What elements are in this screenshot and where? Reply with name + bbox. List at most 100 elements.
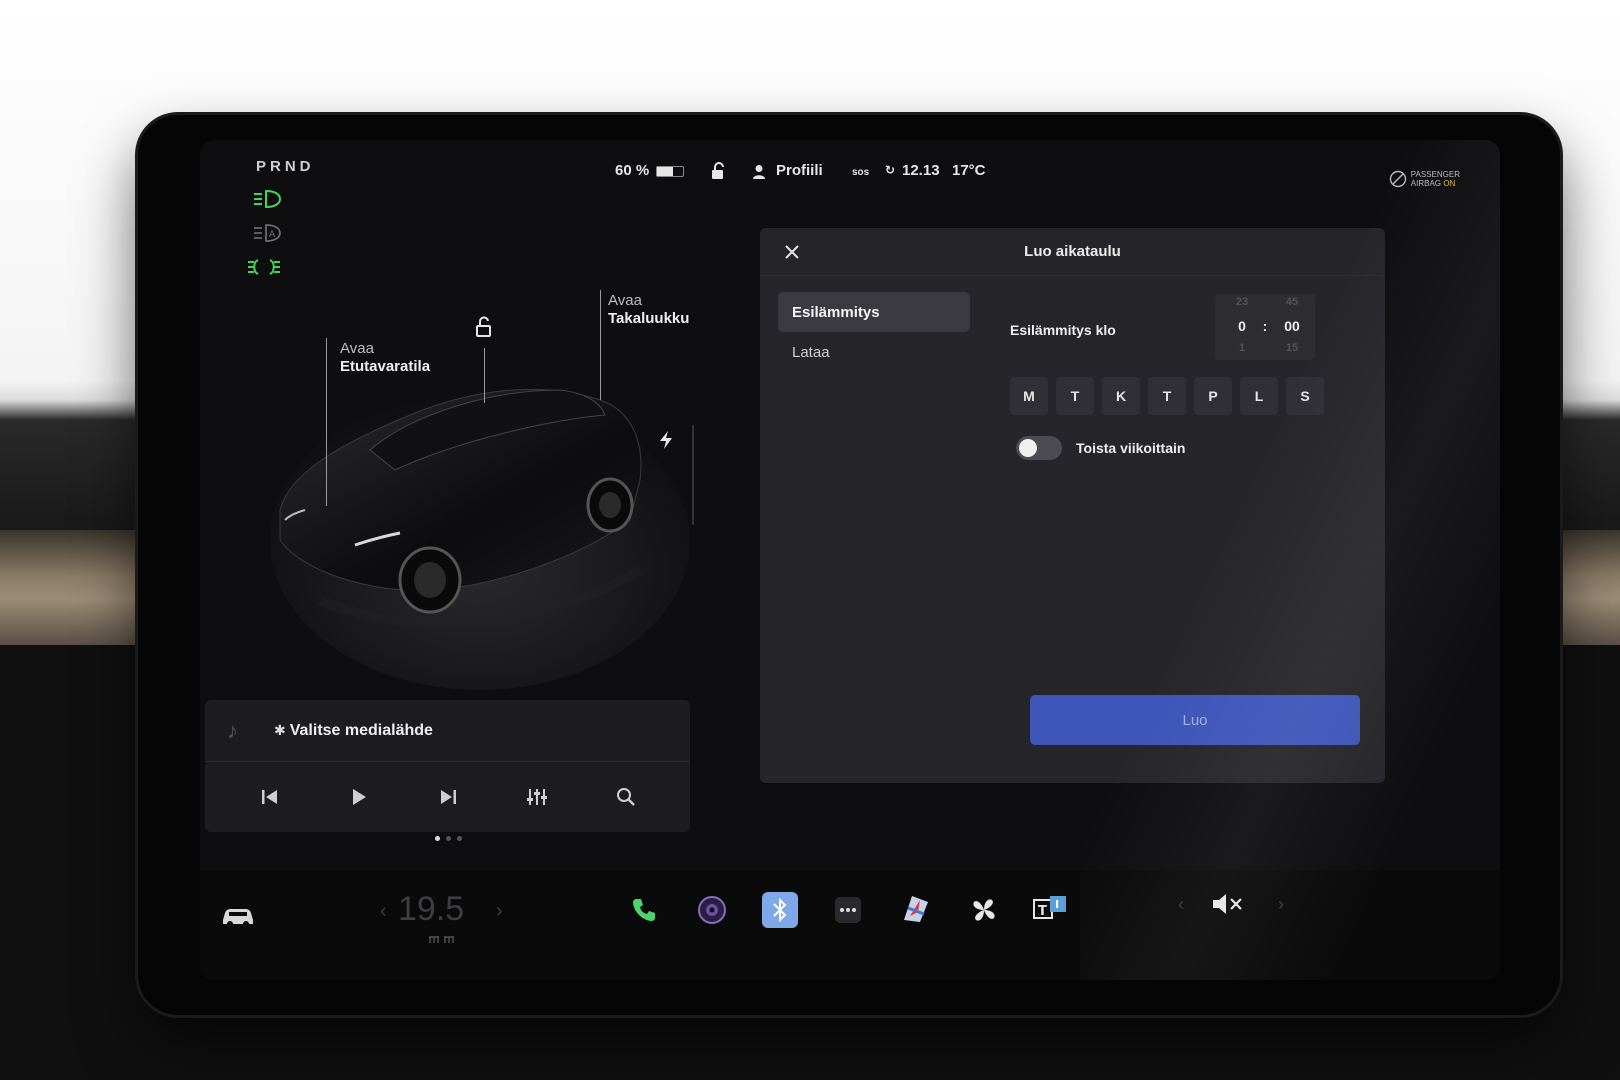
day-tuesday[interactable]: T xyxy=(1056,377,1094,415)
day-monday[interactable]: M xyxy=(1010,377,1048,415)
more-icon xyxy=(835,897,861,923)
passenger-airbag-status: PASSENGER AIRBAG ON xyxy=(1389,170,1460,188)
phone-icon xyxy=(633,899,655,921)
equalizer-icon xyxy=(526,789,547,805)
svg-text:T: T xyxy=(1038,904,1047,919)
media-source-label: Valitse medialähde xyxy=(289,721,433,739)
more-apps-button[interactable] xyxy=(830,892,866,928)
page-dot xyxy=(446,836,451,841)
previous-track-button[interactable] xyxy=(250,777,290,817)
day-wednesday[interactable]: K xyxy=(1102,377,1140,415)
minute-prev[interactable]: 45 xyxy=(1277,296,1307,308)
play-icon xyxy=(352,789,366,805)
touchscreen: PRND A 60 % Profiili sos ↻ 12.13 17°C PA… xyxy=(200,140,1500,980)
page-dot xyxy=(435,836,440,841)
clock: 12.13 xyxy=(902,162,940,179)
gear-indicator: PRND xyxy=(256,158,315,175)
next-track-button[interactable] xyxy=(428,777,468,817)
day-saturday[interactable]: L xyxy=(1240,377,1278,415)
trunk-action: Avaa xyxy=(608,292,642,309)
door-lock-callout-line xyxy=(484,348,485,403)
battery-percent: 60 % xyxy=(615,162,650,179)
volume-down-icon[interactable]: ‹ xyxy=(1178,894,1184,915)
media-player: ♪ ✱ Valitse medialähde xyxy=(205,700,690,832)
temp-up-icon[interactable]: › xyxy=(496,900,503,923)
low-beam-icon xyxy=(254,189,282,209)
sos-signal-icon: ↻ xyxy=(885,163,896,177)
repeat-weekly-toggle[interactable] xyxy=(1016,436,1062,460)
tab-charge[interactable]: Lataa xyxy=(778,332,970,372)
profile-icon[interactable] xyxy=(752,164,766,180)
cabin-temperature[interactable]: 19.5 xyxy=(398,890,464,929)
camera-icon xyxy=(698,896,726,924)
bottom-dock: ‹ 19.5 › T I ‹ › xyxy=(200,870,1500,980)
previous-icon xyxy=(261,790,277,804)
minute-value[interactable]: 00 xyxy=(1277,318,1307,334)
theater-button[interactable]: T I xyxy=(1032,890,1068,926)
frunk-action: Avaa xyxy=(340,340,374,357)
toggle-knob xyxy=(1019,439,1037,457)
play-button[interactable] xyxy=(339,777,379,817)
outside-temperature: 17°C xyxy=(952,162,986,179)
equalizer-button[interactable] xyxy=(517,777,557,817)
page-dots xyxy=(435,836,462,841)
day-thursday[interactable]: T xyxy=(1148,377,1186,415)
time-separator: : xyxy=(1262,318,1268,334)
next-icon xyxy=(440,790,456,804)
trunk-label: Takaluukku xyxy=(608,310,690,327)
sos-label: sos xyxy=(852,167,870,178)
profile-label[interactable]: Profiili xyxy=(776,162,823,179)
minute-next[interactable]: 15 xyxy=(1277,342,1307,354)
bluetooth-button[interactable] xyxy=(762,892,798,928)
frunk-callout-line xyxy=(326,338,327,506)
trunk-callout-line xyxy=(600,290,601,400)
media-controls xyxy=(205,762,690,832)
music-note-icon: ♪ xyxy=(227,717,238,743)
volume-up-icon[interactable]: › xyxy=(1278,894,1284,915)
seat-heater-icon[interactable] xyxy=(427,934,457,946)
airbag-line2: AIRBAG xyxy=(1410,179,1442,188)
climate-fan-button[interactable] xyxy=(966,892,1002,928)
hour-next[interactable]: 1 xyxy=(1227,342,1257,354)
car-unlock-icon[interactable] xyxy=(474,316,494,338)
fan-icon xyxy=(973,899,995,921)
battery-fill xyxy=(657,167,673,176)
volume-muted-icon xyxy=(1213,894,1242,914)
media-source-row[interactable]: ♪ ✱ Valitse medialähde xyxy=(205,700,690,762)
tab-preheat[interactable]: Esilämmitys xyxy=(778,292,970,332)
phone-button[interactable] xyxy=(626,892,662,928)
bluetooth-icon xyxy=(773,897,787,923)
airbag-state: ON xyxy=(1443,179,1456,188)
preheat-time-label: Esilämmitys klo xyxy=(1010,322,1116,338)
charge-port-icon[interactable] xyxy=(658,430,674,450)
weekday-selector: M T K T P L S xyxy=(1010,377,1324,415)
airbag-icon xyxy=(1389,170,1406,188)
camera-button[interactable] xyxy=(694,892,730,928)
panel-divider-handle[interactable] xyxy=(692,425,694,525)
create-button[interactable]: Luo xyxy=(1030,695,1360,745)
day-sunday[interactable]: S xyxy=(1286,377,1324,415)
svg-text:I: I xyxy=(1055,898,1059,911)
theater-icon: T I xyxy=(1033,896,1066,919)
volume-button[interactable] xyxy=(1210,886,1246,922)
schedule-dialog: Luo aikataulu Esilämmitys Lataa Esilämmi… xyxy=(760,228,1385,783)
dialog-title: Luo aikataulu xyxy=(1024,243,1121,260)
car-button[interactable] xyxy=(220,898,256,934)
day-friday[interactable]: P xyxy=(1194,377,1232,415)
trunk-callout[interactable]: Avaa Takaluukku xyxy=(608,292,689,328)
search-icon xyxy=(616,788,635,806)
frunk-callout[interactable]: Avaa Etutavaratila xyxy=(340,340,430,376)
search-button[interactable] xyxy=(606,777,646,817)
time-picker[interactable]: 23 0 1 : 45 00 15 xyxy=(1215,294,1315,360)
temp-down-icon[interactable]: ‹ xyxy=(380,900,387,923)
unlock-icon[interactable] xyxy=(710,162,726,180)
svg-text:A: A xyxy=(269,230,276,240)
airbag-line1: PASSENGER xyxy=(1410,170,1460,179)
navigation-button[interactable] xyxy=(898,890,934,926)
battery-bar xyxy=(656,166,684,177)
dialog-header: Luo aikataulu xyxy=(760,228,1385,276)
hour-prev[interactable]: 23 xyxy=(1227,296,1257,308)
navigation-icon xyxy=(904,896,928,922)
bluetooth-small-icon: ✱ xyxy=(274,721,286,738)
page-dot xyxy=(457,836,462,841)
